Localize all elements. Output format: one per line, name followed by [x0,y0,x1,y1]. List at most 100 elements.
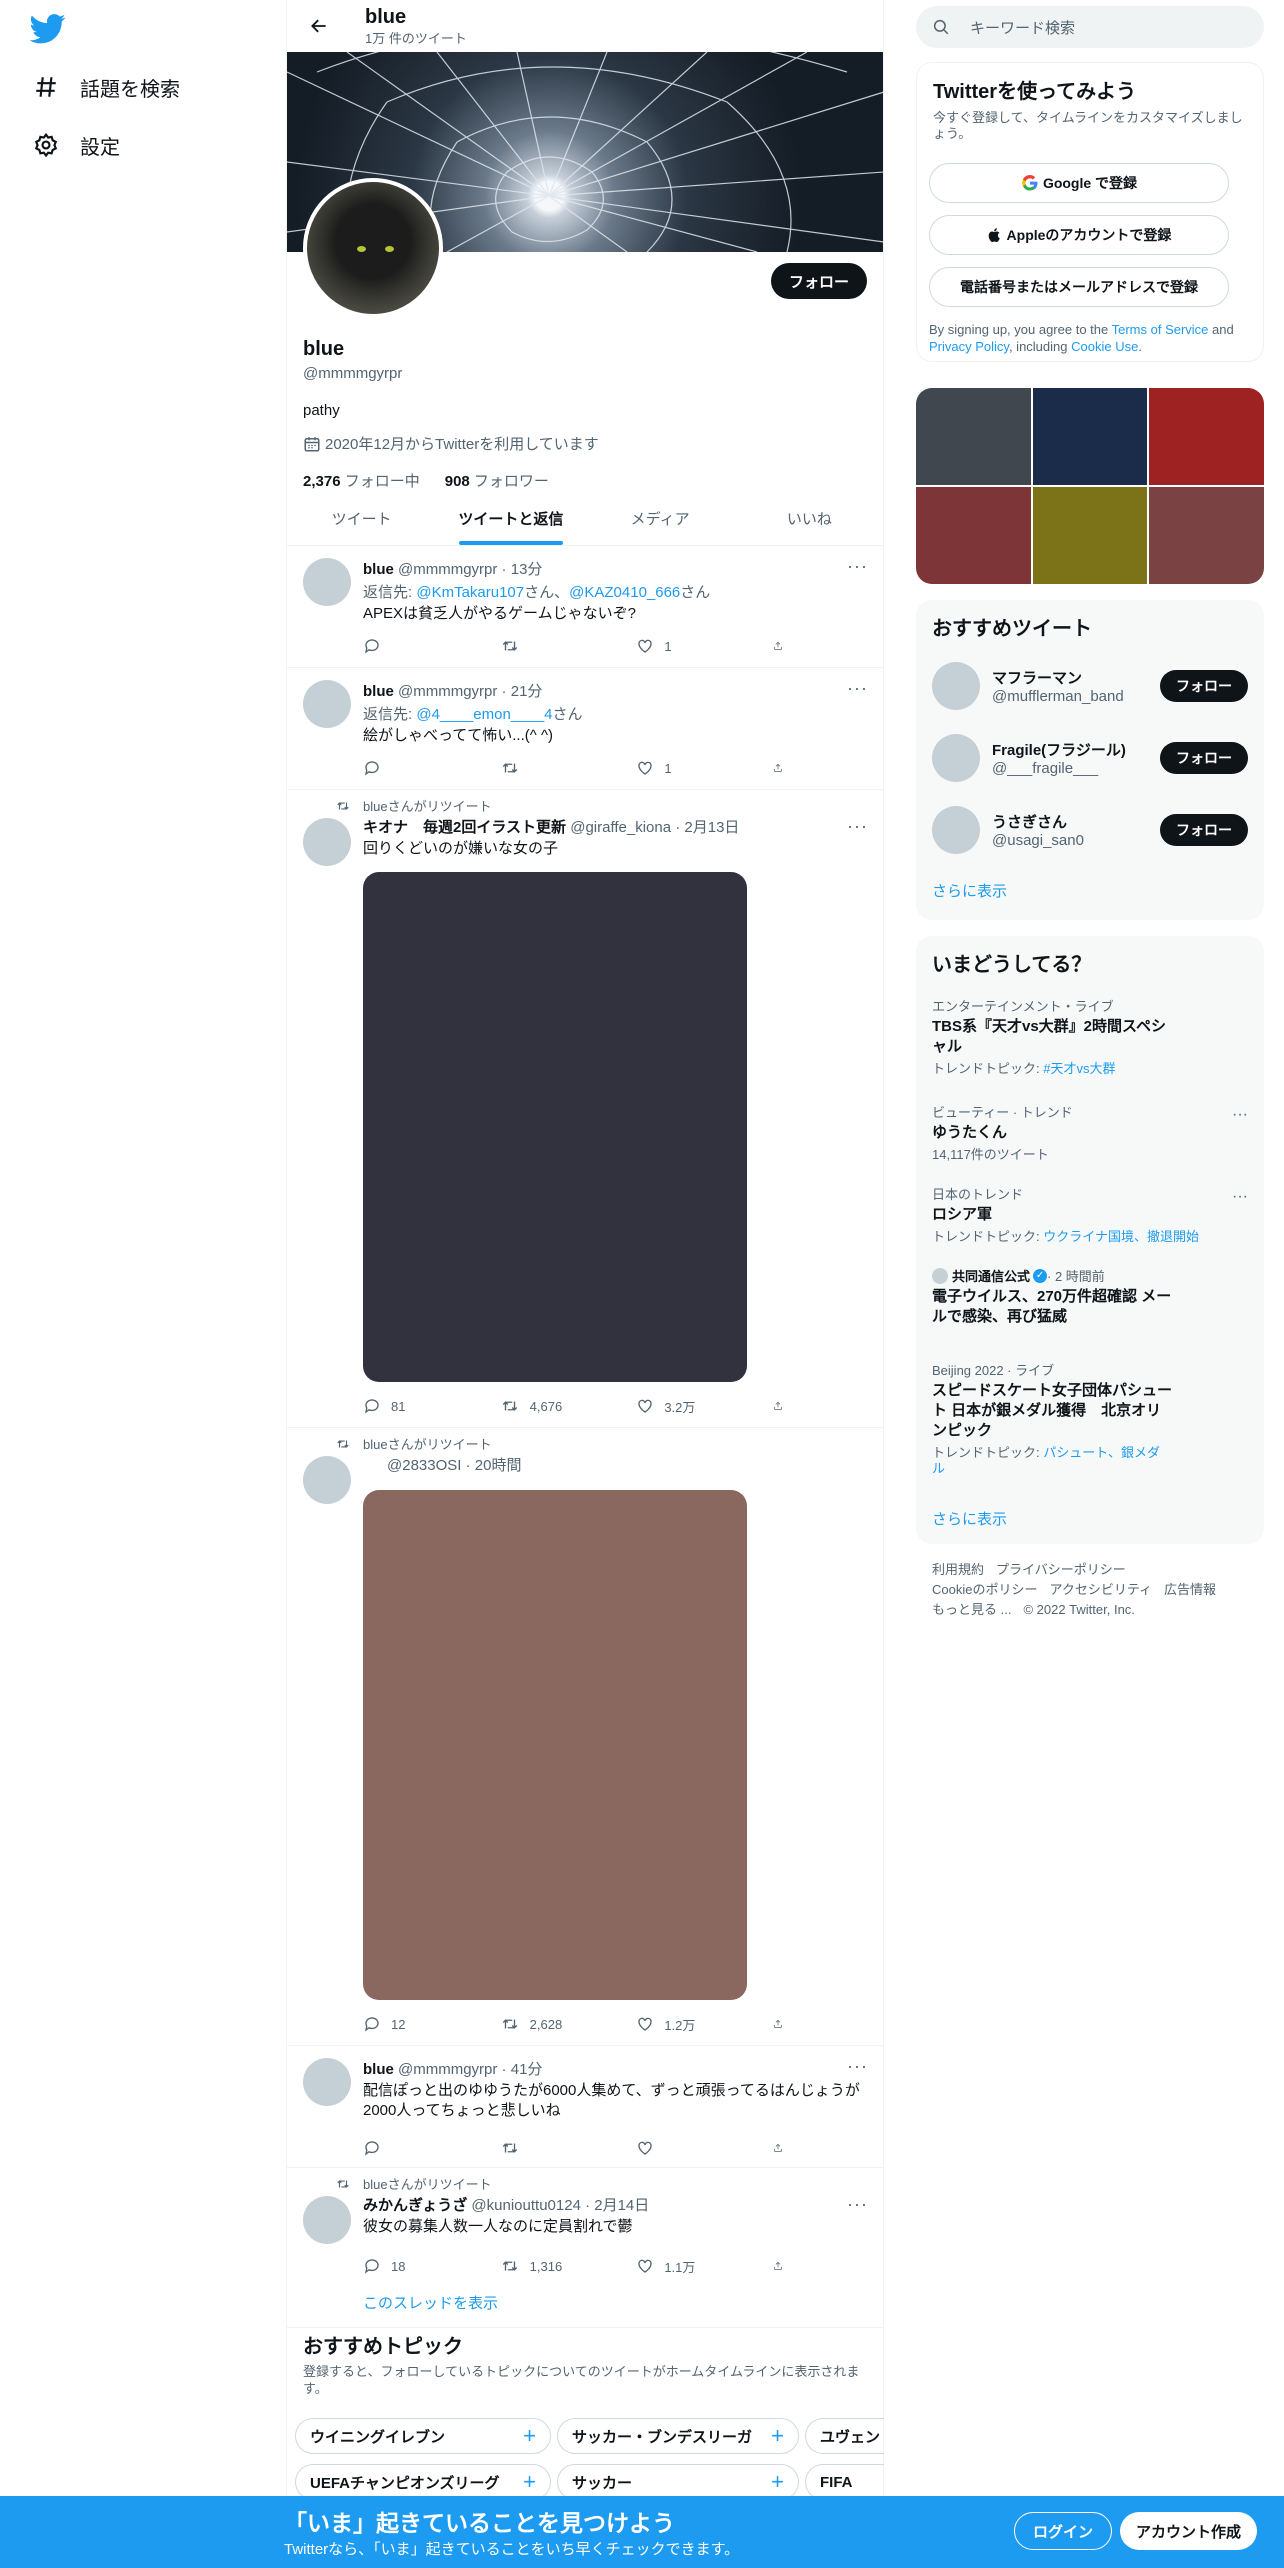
reply-button[interactable]: 18 [363,2256,463,2276]
tweet-media[interactable] [363,1490,747,2000]
reply-button[interactable]: 81 [363,1396,463,1416]
share-button[interactable] [773,1396,793,1416]
trend-topic-link[interactable]: ウクライナ国境、撤退開始 [1043,1229,1199,1244]
like-button[interactable] [636,2138,736,2158]
mention-link[interactable]: @4____emon____4 [416,706,552,723]
tos-link[interactable]: Terms of Service [1112,322,1209,337]
nav-explore[interactable]: 話題を検索 [32,62,180,112]
tweet[interactable]: blueさんがリツイート ··· みかんぎょうざ @kuniouttu0124 … [287,2168,884,2328]
media-thumb[interactable] [1149,487,1264,584]
avatar[interactable] [303,818,351,866]
back-arrow-icon[interactable] [301,8,337,44]
tweet-media[interactable] [363,872,747,1382]
privacy-link[interactable]: Privacy Policy [929,339,1009,354]
topic-chip[interactable]: サッカー + [557,2464,799,2500]
search-input[interactable]: キーワード検索 [916,6,1264,48]
suggested-user[interactable]: Fragile(フラジール) @___fragile___ フォロー [932,734,1248,782]
followers-link[interactable]: 908 フォロワー [445,473,549,490]
show-thread-link[interactable]: このスレッドを表示 [363,2292,498,2313]
media-thumb[interactable] [1149,388,1264,485]
follow-button[interactable]: フォロー [1160,742,1248,774]
retweet-button[interactable] [500,2138,600,2158]
following-link[interactable]: 2,376 フォロー中 [303,473,420,490]
topic-chip[interactable]: サッカー・ブンデスリーガ + [557,2418,799,2454]
share-button[interactable] [773,636,793,656]
media-thumb[interactable] [1032,388,1148,485]
media-thumb[interactable] [1032,487,1148,584]
media-thumb[interactable] [916,388,1031,485]
avatar[interactable] [303,558,351,606]
tweet[interactable]: blueさんがリツイート @2833OSI · 20時間 12 2,628 1.… [287,1428,884,2046]
share-button[interactable] [773,2014,793,2034]
footer-link[interactable]: Cookieのポリシー [932,1582,1037,1597]
reply-button[interactable] [363,636,463,656]
login-button[interactable]: ログイン [1014,2512,1113,2550]
like-button[interactable]: 1 [636,636,736,656]
reply-button[interactable] [363,758,463,778]
topic-chip[interactable]: UEFAチャンピオンズリーグ + [295,2464,551,2500]
footer-link[interactable]: アクセシビリティ [1049,1582,1152,1597]
share-button[interactable] [773,2138,793,2158]
avatar[interactable] [303,2196,351,2244]
show-more-link[interactable]: さらに表示 [932,1508,1007,1529]
tweet[interactable]: ··· blue @mmmmgyrpr · 21分 返信先: @4____emo… [287,668,884,790]
google-signup-button[interactable]: Google で登録 [929,163,1229,203]
tab-tweets-and-replies[interactable]: ツイートと返信 [436,492,585,545]
reply-button[interactable] [363,2138,463,2158]
mention-link[interactable]: @KAZ0410_666 [569,584,680,601]
profile-avatar[interactable] [303,178,443,318]
follow-button[interactable]: フォロー [770,263,867,299]
tab-media[interactable]: メディア [586,492,735,545]
phone-email-signup-button[interactable]: 電話番号またはメールアドレスで登録 [929,267,1229,307]
follow-button[interactable]: フォロー [1160,670,1248,702]
media-thumb[interactable] [916,487,1031,584]
more-icon[interactable]: ··· [1232,1106,1248,1124]
suggested-user[interactable]: マフラーマン @mufflerman_band フォロー [932,662,1248,710]
like-button[interactable]: 1 [636,758,736,778]
trend-topic-link[interactable]: #天才vs大群 [1043,1061,1115,1076]
topic-chip[interactable]: ユヴェントス [805,2418,884,2454]
tweet[interactable]: ··· blue @mmmmgyrpr · 13分 返信先: @KmTakaru… [287,546,884,668]
mention-link[interactable]: @KmTakaru107 [416,584,524,601]
tweet[interactable]: ··· blue @mmmmgyrpr · 41分 配信ぽっと出のゆゆうたが60… [287,2046,884,2168]
share-button[interactable] [773,2256,793,2276]
footer-link[interactable]: 利用規約 [932,1562,984,1577]
follow-button[interactable]: フォロー [1160,814,1248,846]
share-button[interactable] [773,758,793,778]
more-icon[interactable]: ··· [1232,1188,1248,1206]
avatar[interactable] [932,662,980,710]
topic-chip[interactable]: ウイニングイレブン + [295,2418,551,2454]
avatar[interactable] [303,1456,351,1504]
like-button[interactable]: 3.2万 [636,1396,736,1416]
retweet-button[interactable]: 2,628 [500,2014,600,2034]
footer-link[interactable]: プライバシーポリシー [996,1562,1126,1577]
avatar[interactable] [303,2058,351,2106]
tweet[interactable]: blueさんがリツイート ··· キオナ 毎週2回イラスト更新 @giraffe… [287,790,884,1428]
topic-chip[interactable]: FIFA [805,2464,884,2500]
signup-button[interactable]: アカウント作成 [1120,2512,1258,2550]
trend-item[interactable]: エンターテインメント・ライブ TBS系『天才vs大群』2時間スペシャル トレンド… [932,996,1248,1077]
retweet-button[interactable] [500,636,600,656]
avatar[interactable] [932,734,980,782]
twitter-logo-icon[interactable] [29,14,66,44]
nav-settings[interactable]: 設定 [32,120,120,170]
avatar[interactable] [303,680,351,728]
trend-item[interactable]: ビューティー · トレンド ゆうたくん 14,117件のツイート ··· [932,1102,1248,1163]
tab-likes[interactable]: いいね [735,492,884,545]
trend-item[interactable]: 共同通信公式 ✓ · 2 時間前 電子ウイルス、270万件超確認 メールで感染、… [932,1266,1248,1327]
footer-link[interactable]: もっと見る ... [932,1602,1011,1617]
apple-signup-button[interactable]: Appleのアカウントで登録 [929,215,1229,255]
retweet-button[interactable] [500,758,600,778]
like-button[interactable]: 1.2万 [636,2014,736,2034]
retweet-button[interactable]: 1,316 [500,2256,600,2276]
trend-item[interactable]: 日本のトレンド ロシア軍 トレンドトピック: ウクライナ国境、撤退開始 ··· [932,1184,1248,1245]
tab-tweets[interactable]: ツイート [287,492,436,545]
footer-link[interactable]: 広告情報 [1164,1582,1216,1597]
trend-item[interactable]: Beijing 2022 · ライブ スピードスケート女子団体パシュート 日本が… [932,1360,1248,1477]
show-more-link[interactable]: さらに表示 [932,880,1007,901]
reply-button[interactable]: 12 [363,2014,463,2034]
retweet-button[interactable]: 4,676 [500,1396,600,1416]
like-button[interactable]: 1.1万 [636,2256,736,2276]
cookie-link[interactable]: Cookie Use [1071,339,1138,354]
avatar[interactable] [932,806,980,854]
